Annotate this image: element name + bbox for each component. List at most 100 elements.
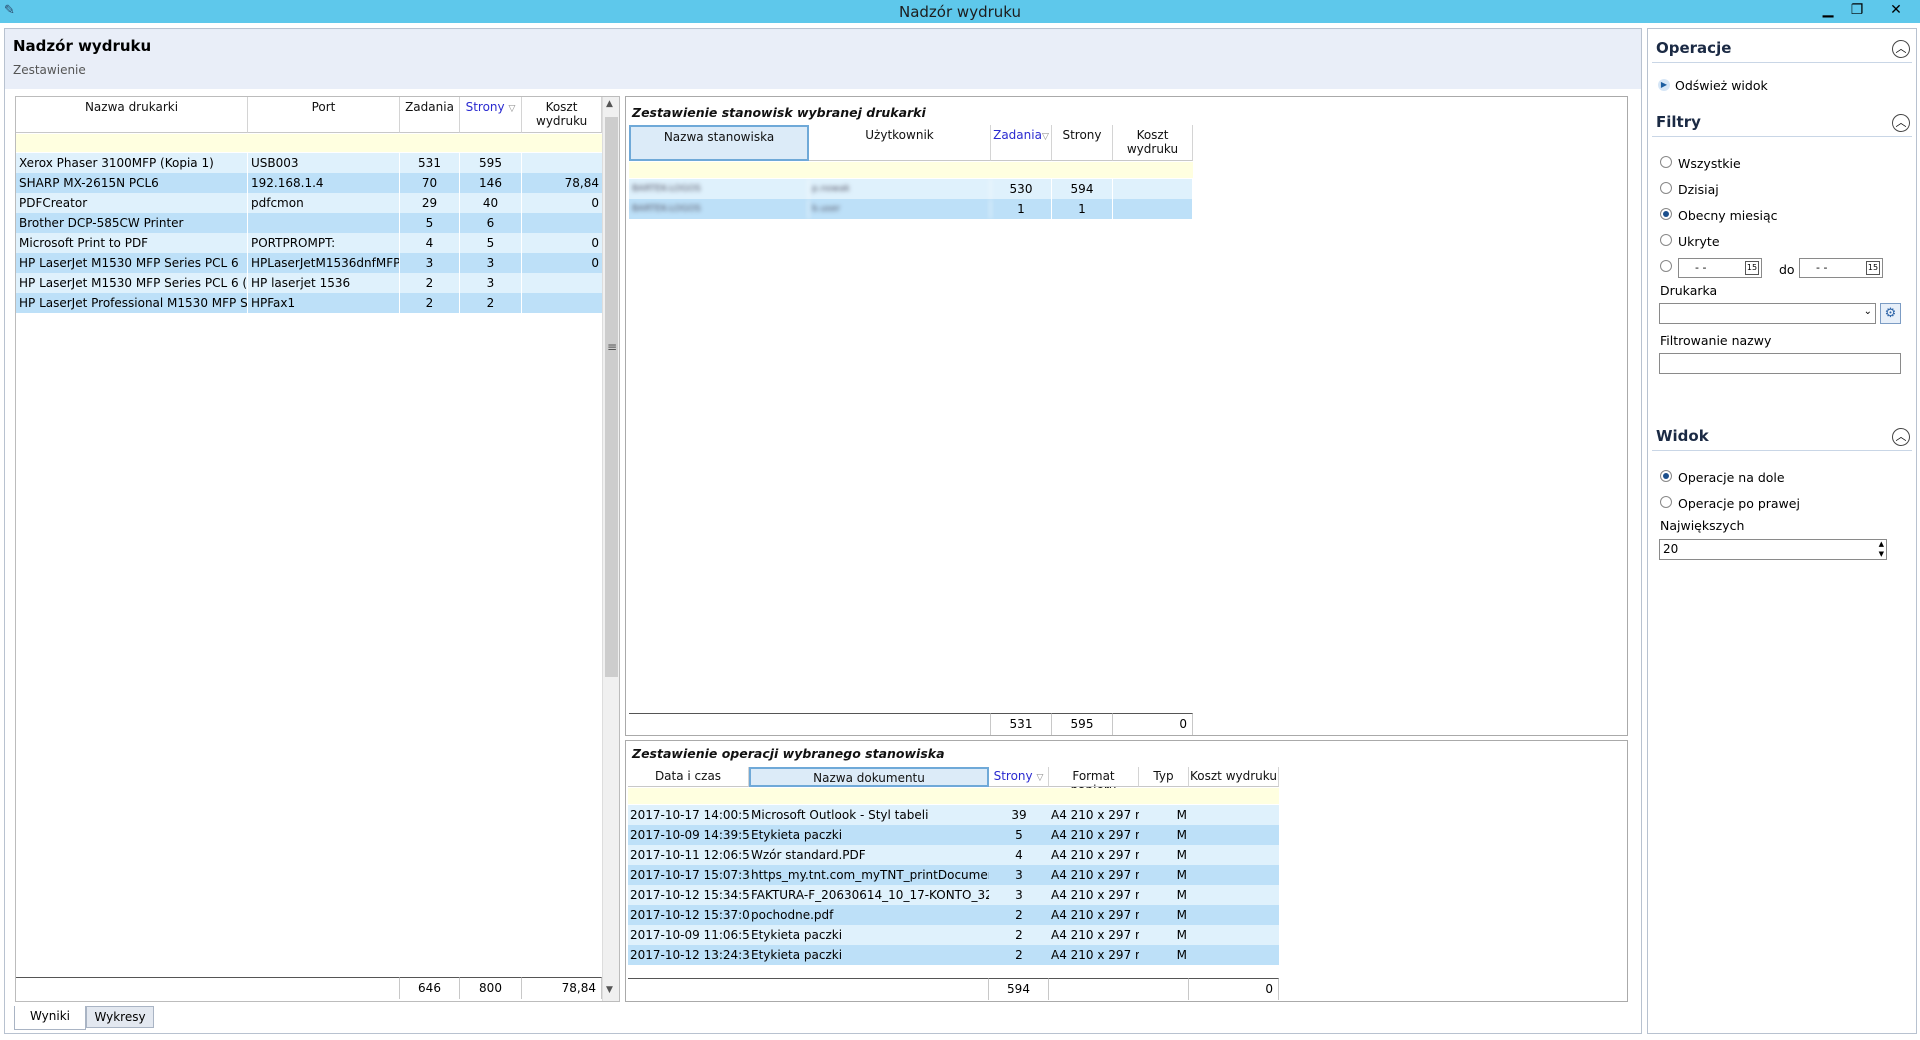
table-cell-pages: 3	[460, 253, 522, 273]
printer-label: Drukarka	[1660, 283, 1718, 298]
view-bottom-radio[interactable]	[1660, 470, 1672, 482]
date-to-field[interactable]: - - 15	[1799, 258, 1883, 278]
ops-totals-spacer-2	[1049, 978, 1189, 1000]
date-from-field[interactable]: - - 15	[1678, 258, 1762, 278]
filter-current-month-radio[interactable]	[1660, 208, 1672, 220]
filter-date-range-radio[interactable]	[1660, 260, 1672, 272]
scroll-down-icon[interactable]: ▼	[606, 985, 613, 995]
col-header-document[interactable]: Nazwa dokumentu	[749, 767, 989, 787]
table-cell-cost	[1189, 945, 1279, 965]
stations-filter-row[interactable]	[629, 162, 1193, 178]
tab-wykresy[interactable]: Wykresy	[86, 1006, 154, 1028]
table-cell-date: 2017-10-17 14:00:57	[630, 808, 749, 822]
stations-totals-jobs: 531	[991, 713, 1052, 735]
col-header-op-cost[interactable]: Koszt wydruku	[1189, 767, 1279, 787]
view-bottom-label[interactable]: Operacje na dole	[1678, 470, 1785, 485]
table-cell-name: Brother DCP-585CW Printer	[16, 213, 248, 233]
table-cell-cost	[1113, 179, 1193, 199]
close-button[interactable]: ✕	[1876, 1, 1916, 21]
table-cell-jobs: 29	[400, 193, 460, 213]
filter-hidden-radio[interactable]	[1660, 234, 1672, 246]
splitter-handle[interactable]: ≡	[607, 340, 617, 354]
col-header-format[interactable]: Format papieru	[1049, 767, 1139, 797]
table-cell-doc: FAKTURA-F_20630614_10_17-KONTO_325736	[751, 888, 989, 902]
largest-stepper[interactable]: 20 ▲ ▼	[1659, 539, 1887, 560]
table-cell-type: M	[1176, 828, 1187, 842]
stations-pane: Zestawienie stanowisk wybranej drukarki …	[625, 96, 1628, 736]
collapse-view-icon[interactable]: ︿	[1892, 428, 1910, 446]
refresh-icon[interactable]: ▶	[1658, 79, 1670, 91]
largest-label: Największych	[1660, 518, 1745, 533]
stepper-up-icon[interactable]: ▲	[1879, 540, 1884, 548]
table-cell-date: 2017-10-12 15:37:07	[630, 908, 749, 922]
chevron-down-icon[interactable]: ⌄	[1864, 306, 1872, 317]
table-cell-pages: 2	[460, 293, 522, 313]
col-header-port[interactable]: Port	[248, 97, 400, 133]
table-cell-cost	[1113, 199, 1193, 219]
col-header-station-pages[interactable]: Strony	[1052, 125, 1113, 161]
collapse-operations-icon[interactable]: ︿	[1892, 40, 1910, 58]
table-cell-name: Xerox Phaser 3100MFP (Kopia 1)	[16, 153, 248, 173]
table-cell-cost	[1189, 805, 1279, 825]
col-header-jobs[interactable]: Zadania	[400, 97, 460, 133]
col-header-op-pages[interactable]: Strony ▽	[989, 767, 1049, 787]
filter-row[interactable]	[16, 134, 602, 152]
table-cell-port: HPFax1	[248, 293, 400, 313]
col-header-station-cost[interactable]: Koszt wydruku	[1113, 125, 1193, 161]
view-right-radio[interactable]	[1660, 496, 1672, 508]
filter-today-radio[interactable]	[1660, 182, 1672, 194]
col-header-station[interactable]: Nazwa stanowiska	[629, 125, 809, 161]
stepper-down-icon[interactable]: ▼	[1879, 550, 1884, 558]
col-header-cost[interactable]: Koszt wydruku	[522, 97, 602, 133]
refresh-view-link[interactable]: Odśwież widok	[1675, 78, 1768, 93]
col-header-date[interactable]: Data i czas	[628, 767, 749, 787]
table-cell-format: A4 210 x 297 mm	[1051, 868, 1139, 882]
collapse-filters-icon[interactable]: ︿	[1892, 114, 1910, 132]
table-cell-name: BARTEK-LOGOS	[629, 199, 809, 219]
printer-select[interactable]: ⌄	[1659, 303, 1876, 324]
table-cell-port: HPLaserJetM1536dnfMFP	[248, 253, 400, 273]
scroll-up-icon[interactable]: ▲	[606, 99, 613, 109]
col-header-station-jobs[interactable]: Zadania▽	[991, 125, 1052, 161]
totals-spacer	[16, 977, 400, 999]
table-cell-name: SHARP MX-2615N PCL6	[16, 173, 248, 193]
table-cell-type: M	[1176, 868, 1187, 882]
table-cell-doc: Microsoft Outlook - Styl tabeli	[751, 808, 929, 822]
calendar-icon[interactable]: 15	[1745, 261, 1759, 275]
table-cell-cost: 0	[591, 256, 599, 270]
table-cell-format: A4 210 x 297 mm	[1051, 828, 1139, 842]
sort-filter-icon: ▽	[508, 104, 516, 114]
filter-today-label[interactable]: Dzisiaj	[1678, 182, 1719, 197]
maximize-button[interactable]: ❐	[1843, 1, 1871, 21]
printer-settings-button[interactable]: ⚙	[1880, 303, 1901, 324]
name-filter-input[interactable]	[1659, 353, 1901, 374]
col-header-printer-name[interactable]: Nazwa drukarki	[16, 97, 248, 133]
operations-pane: Zestawienie operacji wybranego stanowisk…	[625, 740, 1628, 1002]
view-right-label[interactable]: Operacje po prawej	[1678, 496, 1800, 511]
col-header-user[interactable]: Użytkownik	[809, 125, 991, 161]
table-cell-cost: 0	[591, 236, 599, 250]
col-header-type[interactable]: Typ	[1139, 767, 1189, 787]
sort-filter-icon: ▽	[1041, 132, 1049, 142]
calendar-icon[interactable]: 15	[1866, 261, 1880, 275]
table-cell-name: HP LaserJet M1530 MFP Series PCL 6 (Kopi…	[16, 273, 248, 293]
vertical-scrollbar[interactable]: ▲ ▼	[602, 97, 619, 1001]
title-bar: ✎ Nadzór wydruku ▁ ❐ ✕	[0, 0, 1920, 23]
col-header-pages[interactable]: Strony ▽	[460, 97, 522, 133]
operations-filter-row[interactable]	[628, 788, 1279, 804]
page-title: Nadzór wydruku	[13, 37, 152, 55]
filter-current-month-label[interactable]: Obecny miesiąc	[1678, 208, 1778, 223]
filter-hidden-label[interactable]: Ukryte	[1678, 234, 1720, 249]
name-filter-label: Filtrowanie nazwy	[1660, 333, 1772, 348]
table-cell-doc: pochodne.pdf	[751, 908, 834, 922]
tab-wyniki[interactable]: Wyniki	[14, 1006, 86, 1030]
filter-all-label[interactable]: Wszystkie	[1678, 156, 1741, 171]
minimize-button[interactable]: ▁	[1814, 1, 1842, 21]
table-cell-pages: 2	[1015, 908, 1023, 922]
filter-all-radio[interactable]	[1660, 156, 1672, 168]
table-cell-pages: 2	[1015, 948, 1023, 962]
scroll-thumb[interactable]	[605, 117, 618, 677]
section-divider	[1652, 62, 1912, 63]
table-cell-type: M	[1176, 908, 1187, 922]
ops-totals-pages: 594	[989, 978, 1049, 1000]
